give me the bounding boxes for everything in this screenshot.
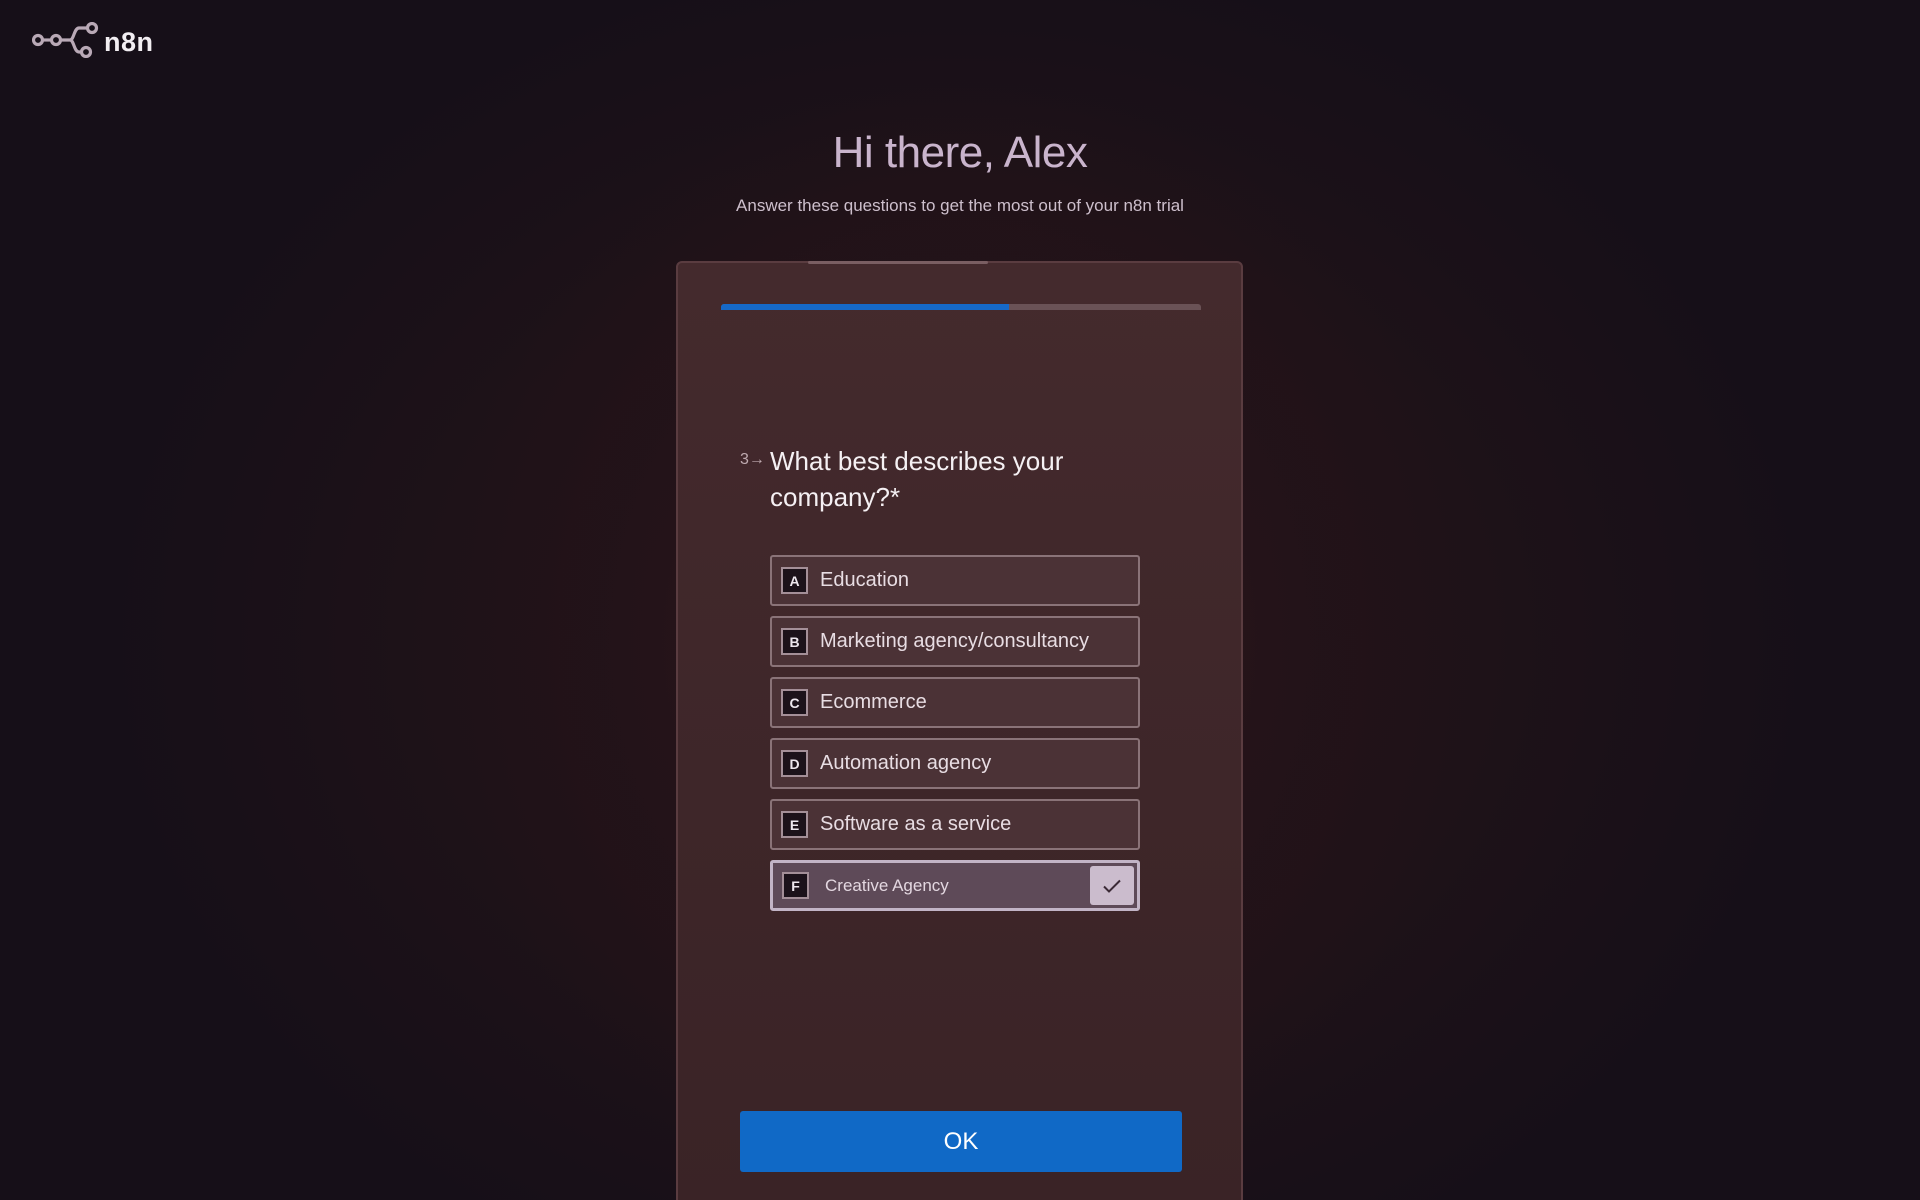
page-subtitle: Answer these questions to get the most o…: [736, 196, 1184, 215]
option-marketing-agency[interactable]: B Marketing agency/consultancy: [770, 616, 1140, 667]
checkmark-icon: [1090, 866, 1134, 905]
option-key-badge: E: [781, 811, 808, 838]
page-title: Hi there, Alex: [832, 128, 1088, 177]
ok-button[interactable]: OK: [740, 1111, 1182, 1172]
logo-text: n8n: [104, 27, 154, 57]
option-automation-agency[interactable]: D Automation agency: [770, 738, 1140, 789]
option-label: Creative Agency: [825, 875, 949, 895]
card-top-accent: [808, 261, 988, 264]
option-ecommerce[interactable]: C Ecommerce: [770, 677, 1140, 728]
n8n-nodes-icon: [31, 21, 100, 63]
option-creative-agency[interactable]: F Creative Agency: [770, 860, 1140, 911]
question-text: What best describes your company?*: [770, 446, 1064, 512]
n8n-logo[interactable]: n8n: [31, 21, 154, 63]
option-label: Education: [820, 569, 909, 591]
option-education[interactable]: A Education: [770, 555, 1140, 606]
option-key-badge: A: [781, 567, 808, 594]
option-key-badge: F: [782, 872, 809, 899]
option-label: Software as a service: [820, 813, 1012, 835]
option-key-badge: C: [781, 689, 808, 716]
progress-bar: [721, 304, 1201, 310]
answer-options: A Education B Marketing agency/consultan…: [770, 555, 1140, 921]
question-number: 3→: [740, 451, 765, 468]
survey-card: 3→ What best describes your company?* A …: [676, 261, 1243, 1200]
progress-bar-fill: [721, 304, 1009, 310]
option-saas[interactable]: E Software as a service: [770, 799, 1140, 850]
option-key-badge: D: [781, 750, 808, 777]
option-key-badge: B: [781, 628, 808, 655]
option-label: Automation agency: [820, 752, 992, 774]
option-label: Ecommerce: [820, 691, 927, 713]
option-label: Marketing agency/consultancy: [820, 630, 1090, 652]
